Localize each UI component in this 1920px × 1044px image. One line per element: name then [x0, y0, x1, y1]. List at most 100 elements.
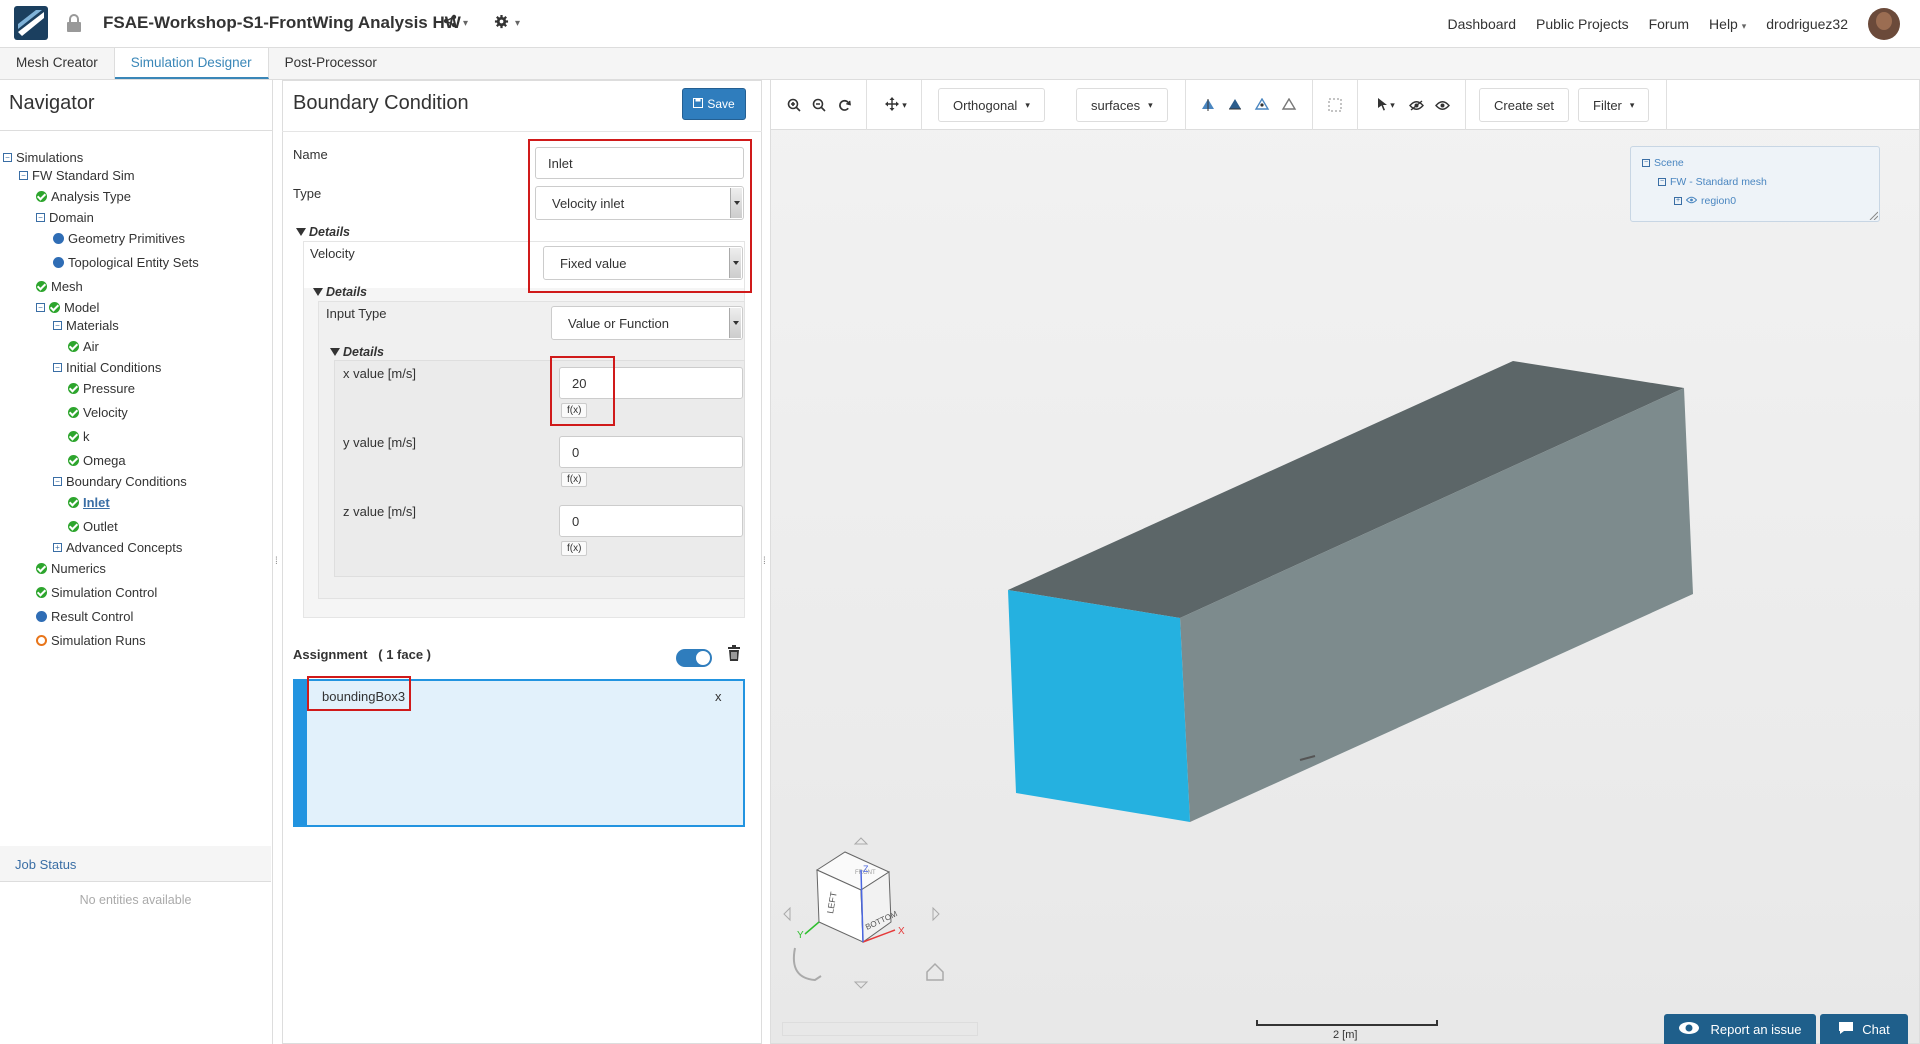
pointer-dropdown[interactable]: ▾: [1373, 88, 1399, 122]
z-value-input[interactable]: 0: [559, 505, 743, 537]
job-status-title[interactable]: Job Status: [15, 857, 76, 872]
avatar[interactable]: [1868, 8, 1900, 40]
tree-item-label: Topological Entity Sets: [68, 255, 199, 270]
tree-item-model[interactable]: − Model: [36, 300, 99, 315]
tree-item-label: Advanced Concepts: [66, 540, 183, 555]
tree-item-mesh[interactable]: Mesh: [36, 279, 83, 294]
view-front-icon[interactable]: [1200, 88, 1216, 122]
create-set-button[interactable]: Create set: [1479, 88, 1569, 122]
tab-post-processor[interactable]: Post-Processor: [269, 48, 393, 79]
report-issue-button[interactable]: Report an issue: [1664, 1014, 1816, 1044]
gear-icon: [494, 14, 509, 33]
tree-item-air[interactable]: Air: [68, 339, 99, 354]
tree-item-numerics[interactable]: Numerics: [36, 561, 106, 576]
move-icon: [885, 96, 900, 114]
save-button[interactable]: Save: [682, 88, 746, 120]
rotate-down-arrow[interactable]: [853, 981, 869, 989]
save-label: Save: [707, 97, 735, 111]
tree-item-outlet[interactable]: Outlet: [68, 519, 118, 534]
nav-dashboard[interactable]: Dashboard: [1438, 16, 1527, 32]
trash-icon[interactable]: [727, 645, 741, 661]
tree-item-simulation-control[interactable]: Simulation Control: [36, 585, 157, 600]
show-icon[interactable]: [1434, 88, 1450, 122]
z-function-button[interactable]: f(x): [561, 541, 588, 556]
viewer-scrollbar[interactable]: [782, 1022, 978, 1036]
tree-item-domain[interactable]: − Domain: [36, 210, 94, 225]
rotate-left-arrow[interactable]: [783, 906, 791, 922]
status-pending-icon: [36, 635, 47, 646]
collapse-icon[interactable]: −: [19, 171, 28, 180]
tree-item-result-control[interactable]: Result Control: [36, 609, 133, 624]
tree-item-initial-conditions[interactable]: − Initial Conditions: [53, 360, 161, 375]
tree-item-fw-standard-sim[interactable]: − FW Standard Sim: [19, 168, 135, 183]
tree-item-analysis-type[interactable]: Analysis Type: [36, 189, 131, 204]
expand-icon[interactable]: +: [53, 543, 62, 552]
tab-simulation-designer[interactable]: Simulation Designer: [114, 48, 269, 79]
tree-item-simulations[interactable]: − Simulations: [3, 150, 83, 165]
tree-item-k[interactable]: k: [68, 429, 90, 444]
input-type-select-value: Value or Function: [568, 315, 669, 331]
tree-item-omega[interactable]: Omega: [68, 453, 126, 468]
projection-dropdown[interactable]: Orthogonal ▾: [938, 88, 1045, 122]
remove-assignment-button[interactable]: x: [715, 689, 722, 704]
view-cube[interactable]: LEFT BOTTOM FRONT X Y Z: [775, 830, 965, 1000]
tree-item-geometry-primitives[interactable]: Geometry Primitives: [53, 231, 185, 246]
collapse-icon[interactable]: −: [36, 213, 45, 222]
details-toggle[interactable]: Details: [313, 285, 367, 299]
collapse-icon[interactable]: −: [36, 303, 45, 312]
nav-public-projects[interactable]: Public Projects: [1526, 16, 1639, 32]
collapse-icon[interactable]: −: [3, 153, 12, 162]
tab-mesh-creator[interactable]: Mesh Creator: [0, 48, 115, 79]
collapse-icon[interactable]: −: [53, 321, 62, 330]
collapse-icon[interactable]: −: [53, 477, 62, 486]
simscale-logo[interactable]: [14, 6, 48, 40]
box-select-icon[interactable]: [1327, 88, 1343, 122]
rotate-up-arrow[interactable]: [853, 837, 869, 845]
rotate-3d-icon[interactable]: [793, 947, 822, 982]
inlet-face-selected[interactable]: [1008, 590, 1190, 822]
tree-item-topological-entity-sets[interactable]: Topological Entity Sets: [53, 255, 199, 270]
refresh-icon[interactable]: [836, 88, 852, 122]
tree-item-velocity[interactable]: Velocity: [68, 405, 128, 420]
tree-item-pressure[interactable]: Pressure: [68, 381, 135, 396]
splitter-handle[interactable]: ⁞: [763, 556, 769, 567]
axis-y-label: Y: [797, 930, 804, 941]
share-dropdown[interactable]: ▾: [443, 14, 468, 32]
divider: [1666, 80, 1667, 130]
tree-item-advanced-concepts[interactable]: + Advanced Concepts: [53, 540, 182, 555]
assignment-toggle[interactable]: [676, 649, 712, 667]
details-toggle[interactable]: Details: [296, 225, 350, 239]
tree-item-inlet[interactable]: Inlet: [68, 495, 110, 510]
y-value-input[interactable]: 0: [559, 436, 743, 468]
home-icon[interactable]: [926, 962, 944, 981]
nav-help[interactable]: Help ▾: [1699, 16, 1756, 32]
tree-item-boundary-conditions[interactable]: − Boundary Conditions: [53, 474, 187, 489]
zoom-out-icon[interactable]: [811, 88, 827, 122]
assignment-count: ( 1 face ): [378, 647, 431, 662]
tree-item-simulation-runs[interactable]: Simulation Runs: [36, 633, 146, 648]
move-dropdown[interactable]: ▾: [882, 88, 910, 122]
view-iso-icon[interactable]: [1281, 88, 1297, 122]
tree-item-label: Model: [64, 300, 100, 315]
nav-forum[interactable]: Forum: [1639, 16, 1699, 32]
module-tabs: Mesh Creator Simulation Designer Post-Pr…: [0, 48, 1920, 80]
y-function-button[interactable]: f(x): [561, 472, 588, 487]
details-toggle[interactable]: Details: [330, 345, 384, 359]
settings-dropdown[interactable]: ▾: [494, 14, 520, 33]
nav-username[interactable]: drodriguez32: [1756, 16, 1858, 32]
type-label: Type: [293, 186, 322, 201]
scale-bar: [1256, 1020, 1438, 1026]
filter-dropdown[interactable]: Filter ▾: [1578, 88, 1650, 122]
collapse-icon[interactable]: −: [53, 363, 62, 372]
view-right-icon[interactable]: [1227, 88, 1243, 122]
report-label: Report an issue: [1710, 1021, 1802, 1037]
rotate-right-arrow[interactable]: [932, 906, 940, 922]
splitter-handle[interactable]: ⁞: [275, 556, 281, 567]
view-top-icon[interactable]: [1254, 88, 1270, 122]
tree-item-materials[interactable]: − Materials: [53, 318, 119, 333]
render-mode-dropdown[interactable]: surfaces ▾: [1076, 88, 1168, 122]
chat-button[interactable]: Chat: [1820, 1014, 1908, 1044]
zoom-in-icon[interactable]: [786, 88, 802, 122]
input-type-select[interactable]: Value or Function: [551, 306, 743, 340]
hide-icon[interactable]: [1408, 88, 1424, 122]
